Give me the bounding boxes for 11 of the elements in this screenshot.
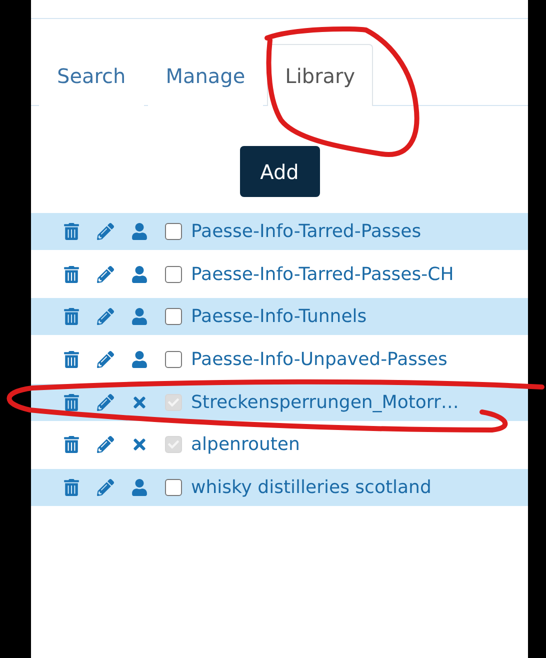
checkbox[interactable] bbox=[165, 223, 182, 240]
checkbox[interactable] bbox=[165, 266, 182, 283]
checkbox[interactable] bbox=[165, 479, 182, 496]
add-button[interactable]: Add bbox=[240, 146, 320, 197]
check-icon bbox=[168, 396, 179, 408]
tab[interactable]: Library bbox=[267, 44, 374, 106]
checkbox[interactable] bbox=[165, 351, 182, 368]
check-icon bbox=[168, 439, 179, 450]
list-item-name[interactable]: Paesse-Info-Tarred-Passes-CH bbox=[191, 264, 454, 285]
checkbox[interactable] bbox=[165, 308, 182, 326]
list-item-name[interactable]: Paesse-Info-Unpaved-Passes bbox=[191, 349, 448, 370]
